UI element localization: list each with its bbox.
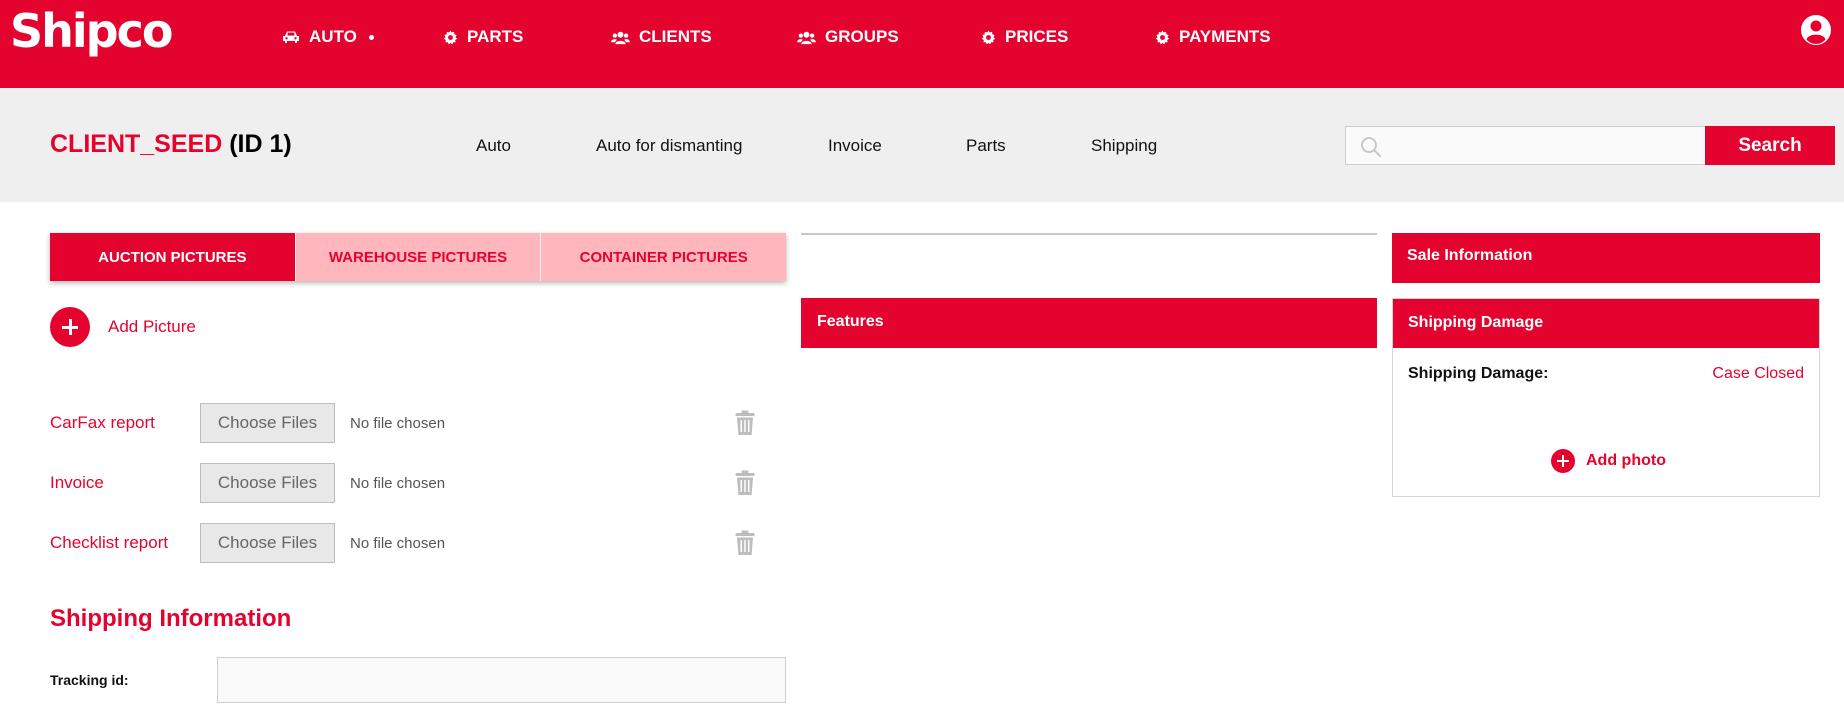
tab-auction-pictures[interactable]: AUCTION PICTURES: [50, 233, 295, 281]
top-navbar: Shipco AUTO PARTS CLIENTS GROUPS PRICES …: [0, 0, 1844, 88]
case-status-link[interactable]: Case Closed: [1712, 365, 1804, 383]
nav-label-parts: PARTS: [467, 27, 524, 46]
plus-circle-icon: [1551, 449, 1575, 473]
users-icon: [797, 31, 816, 44]
tracking-id-label: Tracking id:: [50, 672, 129, 688]
trash-icon[interactable]: [735, 410, 755, 436]
trash-icon[interactable]: [735, 470, 755, 496]
tab-container-pictures[interactable]: CONTAINER PICTURES: [540, 233, 787, 281]
file-label-invoice: Invoice: [50, 473, 104, 492]
gear-icon: [981, 29, 996, 44]
file-label-carfax: CarFax report: [50, 413, 155, 432]
tracking-id-input[interactable]: [217, 657, 786, 703]
tab-auto[interactable]: Auto: [476, 136, 511, 156]
nav-label-auto: AUTO: [309, 27, 357, 46]
tab-auto-for-dismanting[interactable]: Auto for dismanting: [596, 136, 742, 156]
nav-item-clients[interactable]: CLIENTS: [611, 26, 712, 48]
features-header: Features: [801, 298, 1377, 348]
file-row-invoice: Invoice Choose Files No file chosen: [50, 463, 770, 503]
nav-label-payments: PAYMENTS: [1179, 27, 1271, 46]
add-picture-button[interactable]: Add Picture: [50, 307, 196, 347]
plus-circle-icon: [50, 307, 90, 347]
nav-label-clients: CLIENTS: [639, 27, 712, 46]
choose-files-button[interactable]: Choose Files: [200, 523, 335, 563]
add-photo-label: Add photo: [1586, 452, 1666, 469]
add-picture-label: Add Picture: [108, 317, 196, 336]
client-title: CLIENT_SEED (ID 1): [50, 130, 292, 159]
add-photo-button[interactable]: Add photo: [1551, 449, 1666, 473]
gear-icon: [1155, 29, 1170, 44]
file-label-checklist: Checklist report: [50, 533, 169, 552]
shipping-information-heading: Shipping Information: [50, 605, 292, 632]
picture-tabs: AUCTION PICTURES WAREHOUSE PICTURES CONT…: [50, 233, 787, 281]
nav-label-prices: PRICES: [1005, 27, 1069, 46]
trash-icon[interactable]: [735, 530, 755, 556]
client-id: (ID 1): [229, 130, 292, 158]
tab-warehouse-pictures[interactable]: WAREHOUSE PICTURES: [294, 233, 541, 281]
brand-logo[interactable]: Shipco: [10, 4, 173, 58]
nav-item-auto[interactable]: AUTO: [282, 26, 374, 48]
tab-shipping[interactable]: Shipping: [1091, 136, 1157, 156]
choose-files-button[interactable]: Choose Files: [200, 463, 335, 503]
file-status: No file chosen: [350, 475, 446, 492]
tab-invoice[interactable]: Invoice: [828, 136, 882, 156]
shipping-damage-panel: Shipping Damage Shipping Damage: Case Cl…: [1392, 298, 1820, 497]
user-account-icon[interactable]: [1800, 14, 1832, 51]
search-box: [1345, 126, 1706, 165]
client-name: CLIENT_SEED: [50, 130, 223, 158]
choose-files-button[interactable]: Choose Files: [200, 403, 335, 443]
search-input[interactable]: [1390, 127, 1700, 164]
tab-parts[interactable]: Parts: [966, 136, 1006, 156]
nav-label-groups: GROUPS: [825, 27, 899, 46]
active-dot-indicator: [368, 34, 374, 40]
search-button[interactable]: Search: [1705, 126, 1835, 165]
users-icon: [611, 31, 630, 44]
search-icon: [1361, 137, 1382, 158]
file-row-checklist: Checklist report Choose Files No file ch…: [50, 523, 770, 563]
nav-item-parts[interactable]: PARTS: [443, 26, 523, 48]
nav-item-payments[interactable]: PAYMENTS: [1155, 26, 1271, 48]
sale-information-header[interactable]: Sale Information: [1392, 233, 1820, 283]
car-icon: [283, 31, 299, 43]
file-status: No file chosen: [350, 535, 446, 552]
divider: [801, 233, 1377, 235]
file-status: No file chosen: [350, 415, 446, 432]
file-row-carfax: CarFax report Choose Files No file chose…: [50, 403, 770, 443]
gear-icon: [443, 29, 458, 44]
nav-item-groups[interactable]: GROUPS: [797, 26, 899, 48]
nav-item-prices[interactable]: PRICES: [981, 26, 1068, 48]
shipping-damage-label: Shipping Damage:: [1408, 365, 1549, 382]
shipping-damage-header: Shipping Damage: [1393, 299, 1819, 348]
